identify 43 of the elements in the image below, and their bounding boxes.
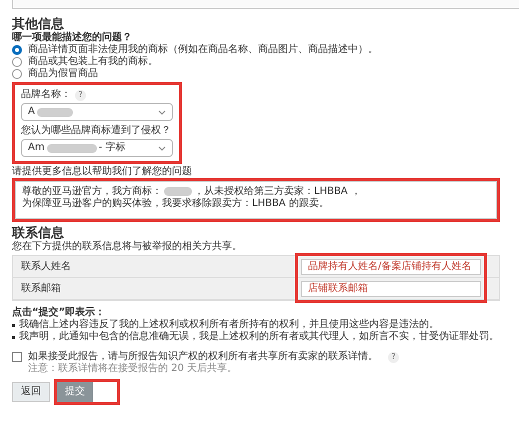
brand-dropdown[interactable]: A bbox=[21, 103, 173, 121]
declaration-text: 我声明，此通知中包含的信息准确无误，我是上述权利的所有者或其代理人，如所言不实，甘受伪证罪处罚。 bbox=[19, 331, 499, 343]
dropdown-value-suffix: - 字标 bbox=[98, 142, 126, 154]
note-text: 注意：联系详情将在接受报告的 20 天后共享。 bbox=[27, 363, 238, 375]
radio-label: 商品或其包装上有我的商标。 bbox=[28, 56, 158, 68]
dropdown-value: A bbox=[28, 106, 35, 118]
radio-label: 商品详情页面非法使用我的商标（例如在商品名称、商品图片、商品描述中）。 bbox=[28, 44, 378, 56]
redaction-mark bbox=[164, 186, 192, 196]
section-heading: 联系信息 bbox=[12, 226, 65, 241]
text-field[interactable]: 品牌持有人姓名/备案店铺持有人姓名 bbox=[301, 258, 481, 274]
textarea-text: 为保障亚马逊客户的购买体验，我要求移除跟卖方：LHBBA 的跟卖。 bbox=[22, 198, 329, 209]
chevron-down-icon bbox=[158, 110, 166, 114]
textarea-text: 尊敬的亚马逊官方，我方商标： bbox=[22, 186, 162, 197]
textarea-text: ，从未授权给第三方卖家：LHBBA ， bbox=[194, 186, 361, 197]
row-label: 联系人姓名 bbox=[21, 260, 72, 272]
checkbox[interactable] bbox=[12, 352, 22, 362]
row-label: 联系邮箱 bbox=[21, 282, 62, 294]
radio-button[interactable] bbox=[12, 45, 22, 55]
details-textarea[interactable]: 尊敬的亚马逊官方，我方商标： ，从未授权给第三方卖家：LHBBA ， 为保障亚马逊客户的购买体验，我要求移除跟卖方：LHBBA 的跟卖。 bbox=[15, 181, 497, 219]
field-label: 品牌名称： bbox=[21, 89, 71, 101]
checkbox-label: 如果接受此报告，请与所报告知识产权的权利所有者共享所有卖家的联系详情。 bbox=[28, 351, 378, 362]
field-value: 店铺联系邮箱 bbox=[308, 282, 368, 294]
declaration-text: 我确信上述内容违反了我的上述权利或权利所有者所持有的权利，并且使用这些内容是违法的。 bbox=[19, 319, 439, 330]
form-button[interactable]: 返回 bbox=[12, 382, 50, 402]
field-label: 请提供更多信息以帮助我们了解您的问题 bbox=[12, 166, 193, 178]
radio-button[interactable] bbox=[12, 57, 22, 67]
section-heading: 其他信息 bbox=[12, 17, 64, 32]
declaration-intro: 点击“提交”即表示： bbox=[12, 307, 106, 318]
section-description: 您在下方提供的联系信息将与被举报的相关方共享。 bbox=[12, 241, 243, 253]
bullet-icon bbox=[12, 336, 15, 339]
dropdown-value: Am bbox=[28, 142, 45, 154]
bullet-icon bbox=[12, 324, 15, 327]
form-button[interactable]: 提交 bbox=[57, 382, 93, 402]
field-value: 品牌持有人姓名/备案店铺持有人姓名 bbox=[308, 260, 472, 272]
trademark-dropdown[interactable]: Am - 字标 bbox=[21, 139, 173, 157]
chevron-down-icon bbox=[158, 146, 166, 150]
question-label: 哪一项最能描述您的问题？ bbox=[12, 32, 133, 44]
help-icon[interactable]: ? bbox=[75, 90, 86, 100]
radio-label: 商品为假冒商品 bbox=[28, 68, 98, 80]
radio-button[interactable] bbox=[12, 69, 22, 79]
help-icon[interactable]: ? bbox=[388, 352, 399, 362]
field-label: 您认为哪些品牌商标遭到了侵权？ bbox=[21, 125, 172, 137]
text-field[interactable]: 店铺联系邮箱 bbox=[301, 280, 481, 296]
